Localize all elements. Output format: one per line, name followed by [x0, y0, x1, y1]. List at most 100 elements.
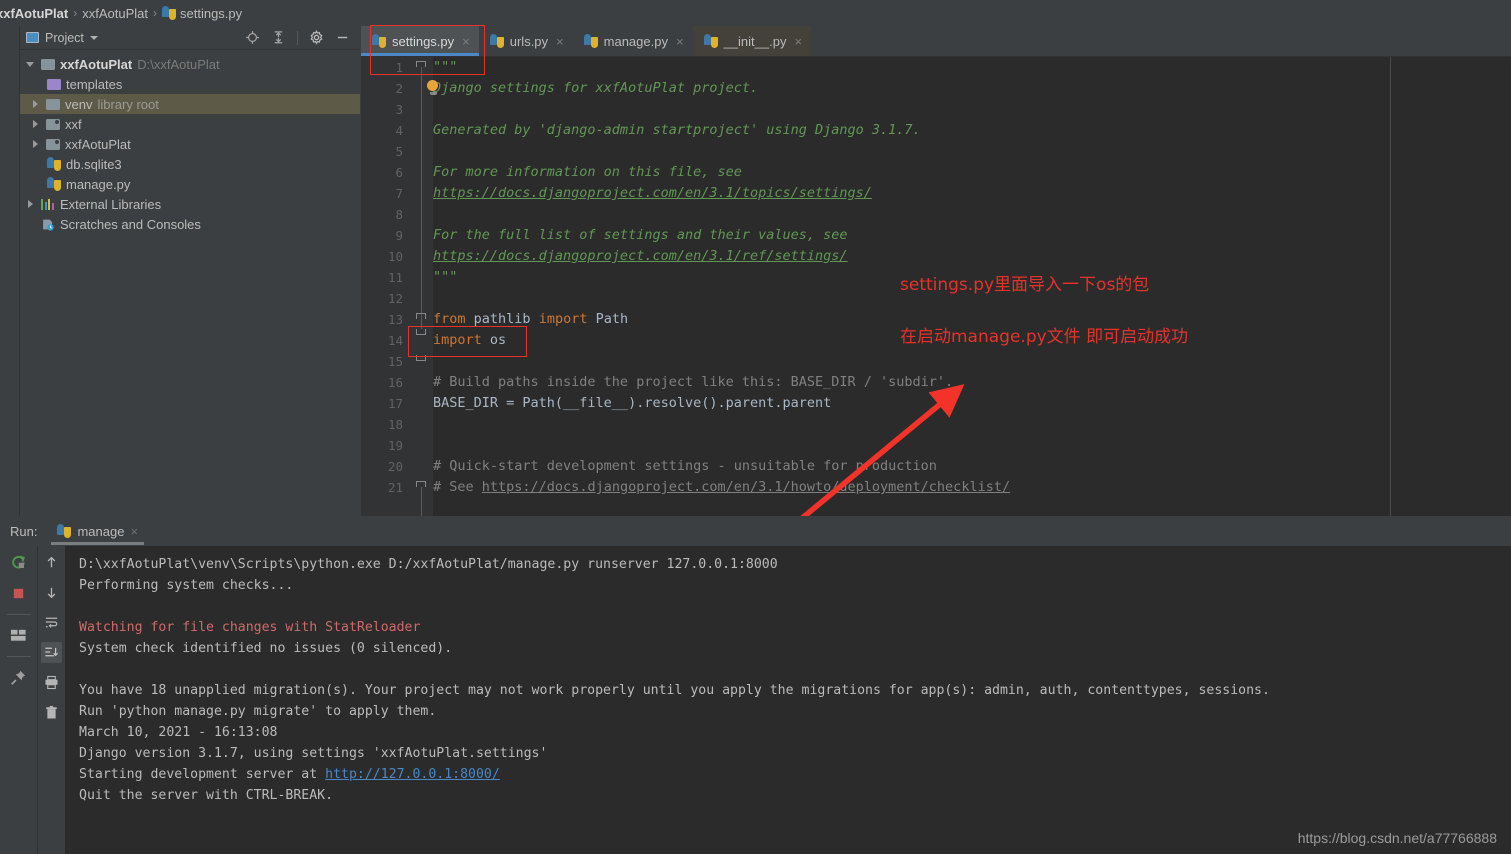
project-tree: xxfAotuPlat D:\xxfAotuPlat templates ven…	[20, 50, 360, 234]
tree-row-project-root[interactable]: xxfAotuPlat D:\xxfAotuPlat	[20, 54, 360, 74]
code-line[interactable]	[433, 351, 1511, 372]
run-tab-manage[interactable]: manage ×	[51, 516, 144, 546]
trash-icon[interactable]	[41, 702, 62, 723]
breadcrumb-item-project[interactable]: xxfAotuPlat	[0, 6, 68, 21]
rerun-icon[interactable]	[8, 552, 29, 573]
chevron-right-icon[interactable]	[31, 139, 41, 149]
tree-row-external-libraries[interactable]: External Libraries	[20, 194, 360, 214]
project-panel-title-group[interactable]: Project	[26, 31, 98, 45]
close-icon[interactable]: ×	[130, 524, 138, 539]
line-number: 4	[395, 123, 403, 138]
code-line[interactable]: Django settings for xxfAotuPlat project.	[433, 78, 1511, 99]
close-icon[interactable]: ×	[794, 34, 802, 49]
python-file-icon	[489, 34, 504, 48]
toolbar-divider	[6, 614, 31, 615]
chevron-right-icon[interactable]	[31, 119, 41, 129]
tree-path: D:\xxfAotuPlat	[137, 56, 220, 72]
libraries-icon	[41, 198, 55, 210]
editor-tab-manage-py[interactable]: manage.py ×	[573, 26, 693, 56]
console-link[interactable]: http://127.0.0.1:8000/	[325, 767, 500, 782]
console-line: Performing system checks...	[79, 575, 1511, 596]
right-margin-line	[1390, 57, 1391, 516]
code-line[interactable]: https://docs.djangoproject.com/en/3.1/re…	[433, 246, 1511, 267]
fold-marker-open[interactable]	[416, 313, 426, 319]
run-tab-label: manage	[77, 523, 125, 539]
console-text: D:\xxfAotuPlat\venv\Scripts\python.exe D…	[79, 557, 778, 572]
gear-icon[interactable]	[309, 30, 324, 45]
fold-marker-close[interactable]	[416, 329, 426, 335]
tree-label: xxfAotuPlat	[60, 56, 133, 72]
code-line[interactable]: For the full list of settings and their …	[433, 225, 1511, 246]
code-line[interactable]: Generated by 'django-admin startproject'…	[433, 120, 1511, 141]
code-line[interactable]	[433, 141, 1511, 162]
collapse-all-icon[interactable]	[271, 30, 286, 45]
fold-marker-close[interactable]	[416, 355, 426, 361]
project-tool-window: Project xxfAotuPlat D:\xxfAotuPlat templ…	[20, 26, 360, 516]
tree-row-db-sqlite3[interactable]: db.sqlite3	[20, 154, 360, 174]
chevron-down-icon[interactable]	[26, 59, 36, 69]
tree-row-templates[interactable]: templates	[20, 74, 360, 94]
line-number: 15	[387, 354, 403, 369]
code-line[interactable]	[433, 204, 1511, 225]
chevron-right-icon[interactable]	[31, 99, 41, 109]
run-panel-body: D:\xxfAotuPlat\venv\Scripts\python.exe D…	[0, 546, 1511, 854]
arrow-up-icon[interactable]	[41, 552, 62, 573]
code-line[interactable]: BASE_DIR = Path(__file__).resolve().pare…	[433, 393, 1511, 414]
tree-row-xxf[interactable]: xxf	[20, 114, 360, 134]
editor-tab-settings-py[interactable]: settings.py ×	[361, 26, 479, 56]
code-folding-column[interactable]	[411, 57, 433, 516]
console-line: Watching for file changes with StatReloa…	[79, 617, 1511, 638]
breadcrumb-item-file[interactable]: settings.py	[162, 6, 242, 21]
breadcrumb-separator: ›	[153, 6, 157, 20]
layout-icon[interactable]	[8, 625, 29, 646]
hide-icon[interactable]	[335, 30, 350, 45]
pin-icon[interactable]	[8, 667, 29, 688]
close-icon[interactable]: ×	[556, 34, 564, 49]
code-line[interactable]: # See https://docs.djangoproject.com/en/…	[433, 477, 1511, 498]
editor-tab-label: urls.py	[509, 33, 549, 49]
tree-row-scratches[interactable]: Scratches and Consoles	[20, 214, 360, 234]
arrow-down-icon[interactable]	[41, 582, 62, 603]
line-number: 13	[387, 312, 403, 327]
console-line: March 10, 2021 - 16:13:08	[79, 722, 1511, 743]
tree-row-venv[interactable]: venv library root	[20, 94, 360, 114]
soft-wrap-icon[interactable]	[41, 612, 62, 633]
chevron-right-icon[interactable]	[26, 199, 36, 209]
code-line[interactable]	[433, 414, 1511, 435]
run-console-output[interactable]: D:\xxfAotuPlat\venv\Scripts\python.exe D…	[65, 546, 1511, 854]
print-icon[interactable]	[41, 672, 62, 693]
python-file-icon	[583, 34, 598, 48]
console-text: Run 'python manage.py migrate' to apply …	[79, 704, 437, 719]
scroll-to-end-icon[interactable]	[41, 642, 62, 663]
line-number: 18	[387, 417, 403, 432]
console-line: You have 18 unapplied migration(s). Your…	[79, 680, 1511, 701]
code-line[interactable]: # Build paths inside the project like th…	[433, 372, 1511, 393]
console-text: You have 18 unapplied migration(s). Your…	[79, 683, 1270, 698]
close-icon[interactable]: ×	[676, 34, 684, 49]
breadcrumb-item-package[interactable]: xxfAotuPlat	[82, 6, 148, 21]
intention-bulb-icon[interactable]	[427, 80, 440, 96]
tree-row-manage-py[interactable]: manage.py	[20, 174, 360, 194]
python-file-icon	[162, 6, 176, 20]
stop-icon[interactable]	[8, 583, 29, 604]
code-line[interactable]	[433, 99, 1511, 120]
code-line[interactable]: For more information on this file, see	[433, 162, 1511, 183]
editor-tab-urls-py[interactable]: urls.py ×	[479, 26, 573, 56]
locate-icon[interactable]	[245, 30, 260, 45]
code-line[interactable]	[433, 435, 1511, 456]
code-line[interactable]: """	[433, 57, 1511, 78]
run-toolbar-left	[0, 546, 38, 854]
folder-icon	[46, 98, 60, 110]
code-line[interactable]: https://docs.djangoproject.com/en/3.1/to…	[433, 183, 1511, 204]
code-line[interactable]: # Quick-start development settings - uns…	[433, 456, 1511, 477]
tree-label: External Libraries	[60, 196, 162, 212]
annotation-text-1: settings.py里面导入一下os的包	[900, 275, 1150, 295]
line-number: 16	[387, 375, 403, 390]
tree-label: templates	[66, 76, 123, 92]
tree-row-xxfaotuplat[interactable]: xxfAotuPlat	[20, 134, 360, 154]
chevron-down-icon[interactable]	[89, 35, 98, 40]
editor-tab--init-py[interactable]: __init__.py ×	[692, 26, 812, 56]
close-icon[interactable]: ×	[462, 34, 470, 49]
editor-tab-label: __init__.py	[723, 33, 787, 49]
